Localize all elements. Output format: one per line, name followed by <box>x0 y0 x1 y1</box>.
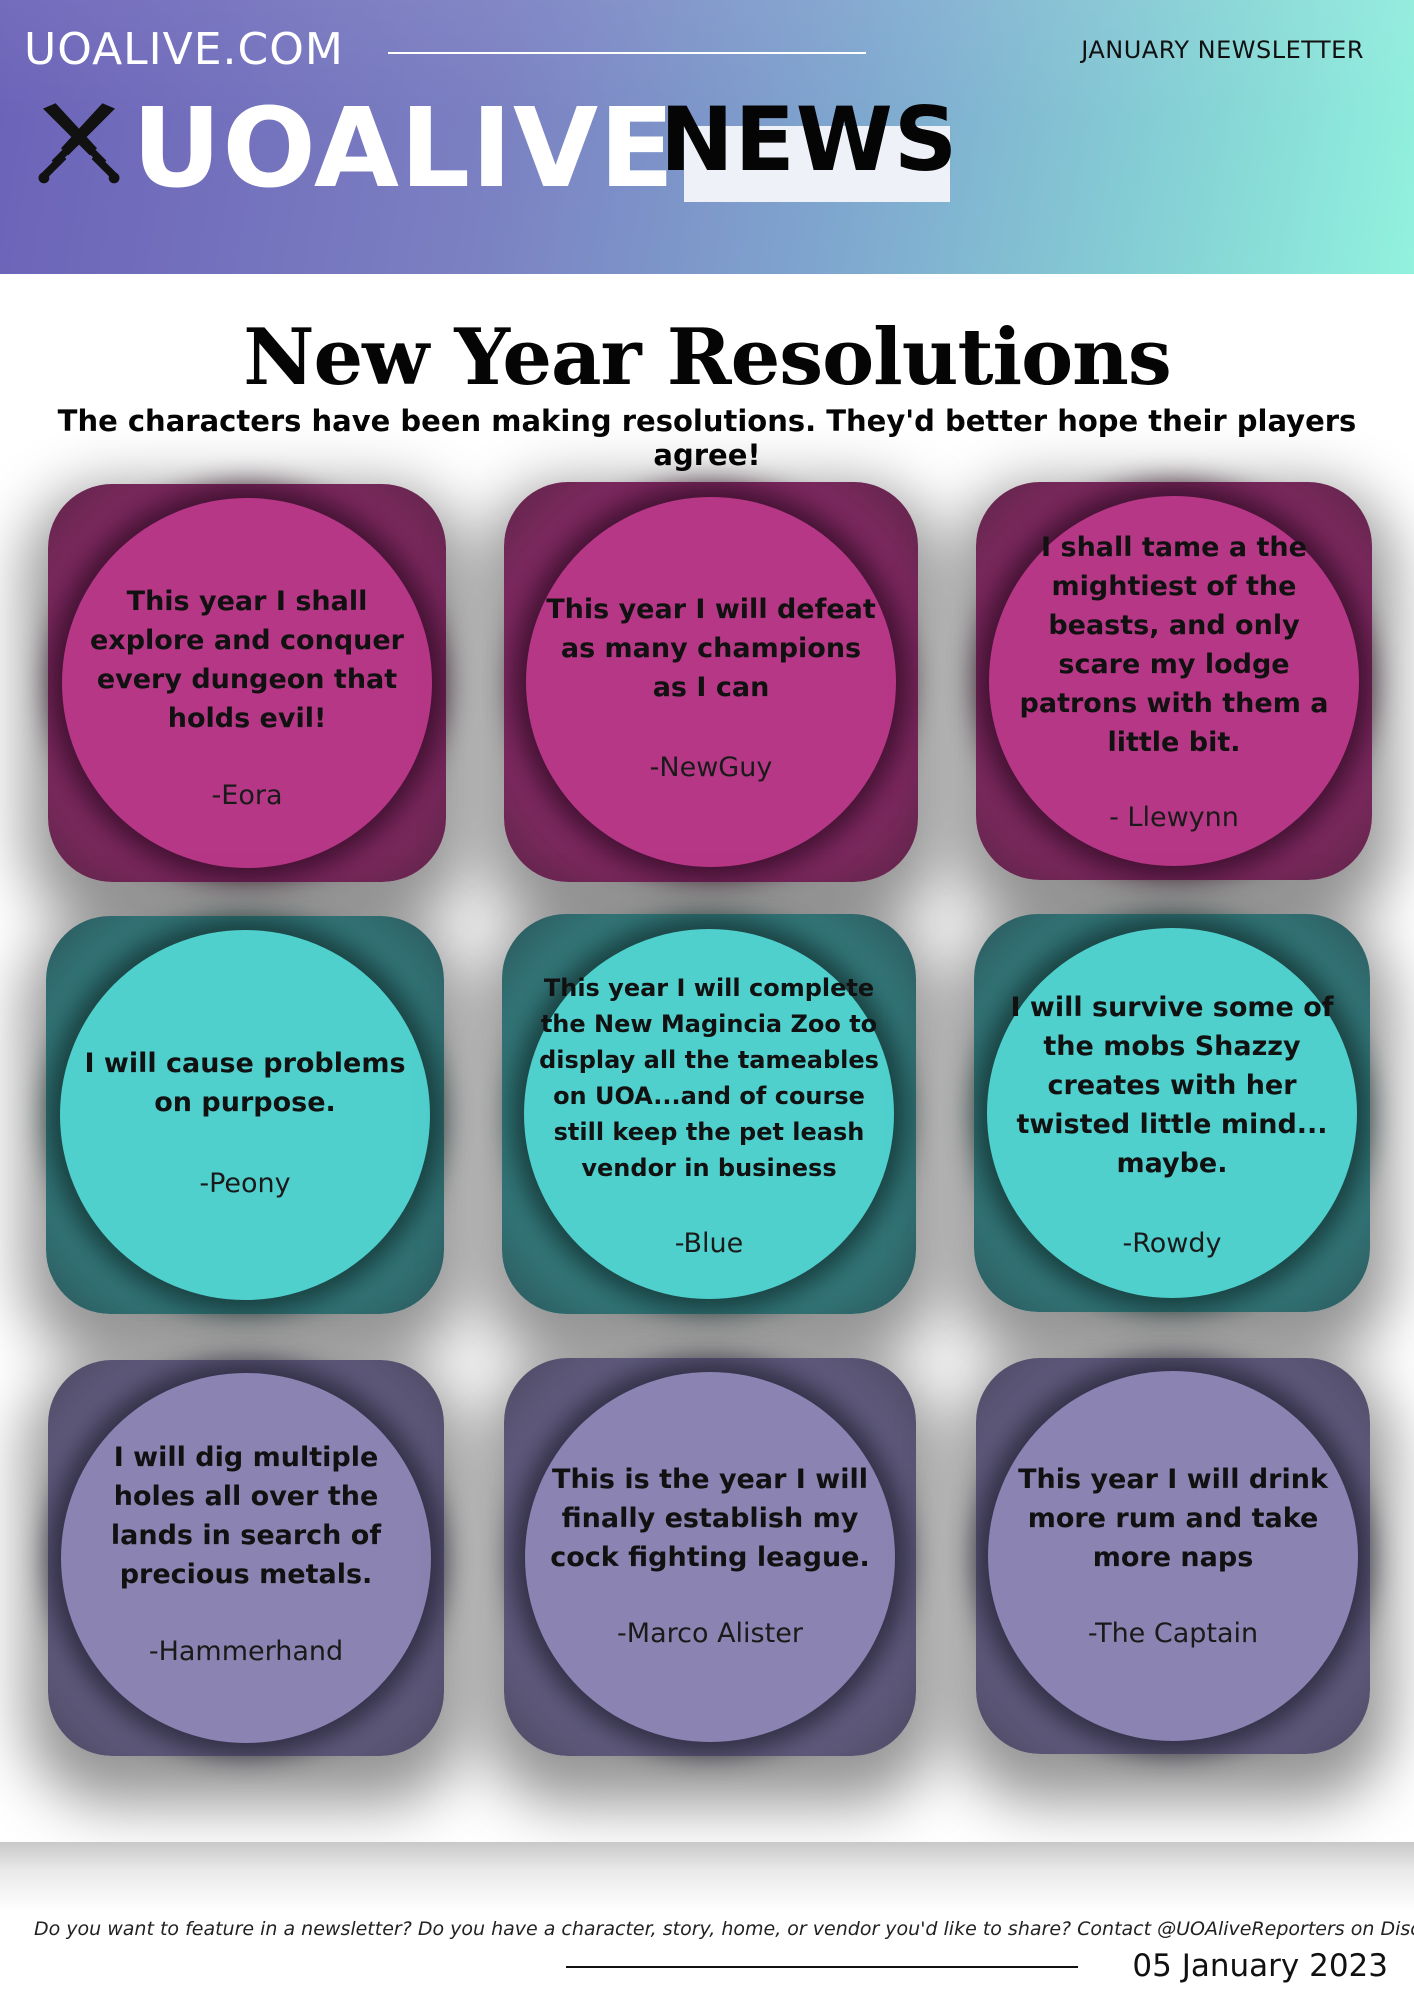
resolution-quote: I will dig multiple holes all over the lan… <box>110 1442 382 1590</box>
resolution-quote: This year I will complete the New Maginci… <box>539 974 879 1182</box>
resolution-card-newguy: This year I will defeat as many champions… <box>504 482 918 882</box>
resolution-card-rowdy: I will survive some of the mobs Shazzy cre… <box>974 914 1370 1312</box>
resolution-author: -Blue <box>674 1228 744 1259</box>
resolution-quote: This is the year I will finally establish… <box>550 1464 870 1573</box>
resolution-author: -Rowdy <box>1122 1228 1222 1259</box>
resolution-author: -Hammerhand <box>148 1636 344 1667</box>
newsletter-header: UOALIVE.COM JANUARY NEWSLETTER UOALIVE N… <box>0 0 1414 274</box>
resolution-card-llewynn: I shall tame a the mightiest of the beasts… <box>976 482 1372 880</box>
resolution-quote: I will survive some of the mobs Shazzy cre… <box>1010 992 1334 1179</box>
footer-rule <box>566 1966 1078 1968</box>
header-divider <box>388 52 866 54</box>
resolution-quote: I will cause problems on purpose. <box>84 1048 406 1118</box>
section-title: NEWS <box>660 88 959 191</box>
resolution-author: -Marco Alister <box>617 1618 803 1649</box>
footer-divider <box>0 1842 1414 1912</box>
site-name[interactable]: UOALIVE.COM <box>24 24 344 75</box>
publication-date: 05 January 2023 <box>1132 1948 1388 1984</box>
resolution-author: - Llewynn <box>1109 802 1239 833</box>
resolution-quote: This year I will drink more rum and take m… <box>1018 1464 1328 1573</box>
resolution-author: -The Captain <box>1087 1618 1259 1649</box>
page-title: New Year Resolutions <box>243 312 1172 403</box>
resolution-card-blue: This year I will complete the New Maginci… <box>502 914 916 1314</box>
issue-label: JANUARY NEWSLETTER <box>1081 36 1364 64</box>
resolution-card-peony: I will cause problems on purpose. -Peony <box>46 916 444 1314</box>
crossed-swords-icon <box>38 103 120 184</box>
footer-contact-note: Do you want to feature in a newsletter? … <box>34 1918 1414 1940</box>
resolution-author: -Peony <box>199 1168 291 1199</box>
resolution-card-marco-alister: This is the year I will finally establish… <box>504 1358 916 1756</box>
resolution-card-hammerhand: I will dig multiple holes all over the lan… <box>48 1360 444 1756</box>
resolution-quote: This year I will defeat as many champions… <box>546 594 876 703</box>
resolution-card-eora: This year I shall explore and conquer ever… <box>48 484 446 882</box>
resolution-author: -NewGuy <box>649 752 773 783</box>
page-subtitle: The characters have been making resoluti… <box>57 404 1357 472</box>
resolution-card-the-captain: This year I will drink more rum and take m… <box>976 1358 1370 1754</box>
resolution-quote: I shall tame a the mightiest of the beasts… <box>1019 532 1329 758</box>
resolution-author: -Eora <box>211 780 283 811</box>
brand-title: UOALIVE <box>132 84 676 212</box>
resolution-quote: This year I shall explore and conquer ever… <box>89 586 404 734</box>
